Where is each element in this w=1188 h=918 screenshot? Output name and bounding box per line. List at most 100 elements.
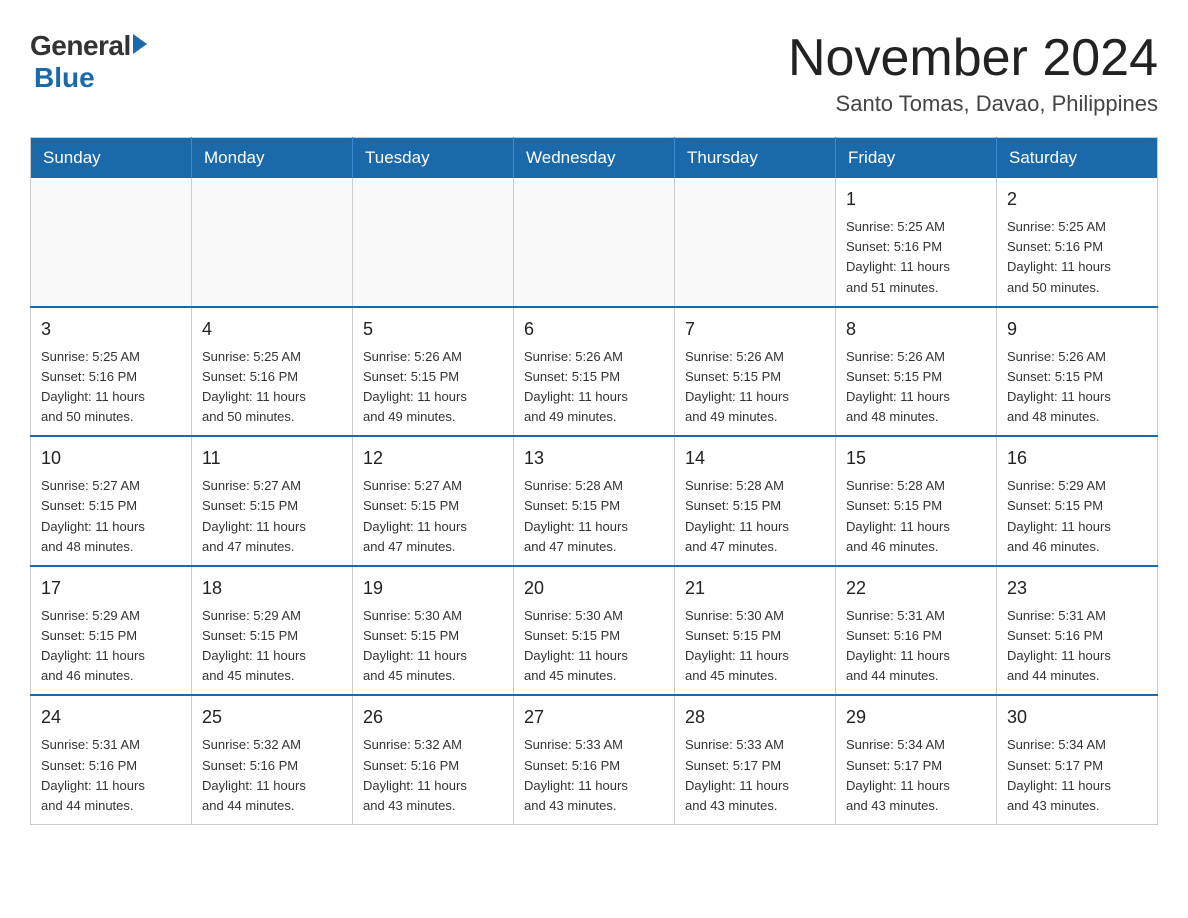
calendar-cell: 26 Sunrise: 5:32 AMSunset: 5:16 PMDayligh… (353, 695, 514, 824)
calendar-day-header: Thursday (675, 138, 836, 179)
calendar-cell (675, 178, 836, 307)
day-number: 21 (685, 575, 825, 602)
calendar-cell (31, 178, 192, 307)
calendar-cell: 13 Sunrise: 5:28 AMSunset: 5:15 PMDayligh… (514, 436, 675, 566)
day-info: Sunrise: 5:28 AMSunset: 5:15 PMDaylight:… (685, 476, 825, 557)
title-section: November 2024 Santo Tomas, Davao, Philip… (788, 30, 1158, 117)
calendar-cell: 14 Sunrise: 5:28 AMSunset: 5:15 PMDayligh… (675, 436, 836, 566)
calendar-cell: 22Sunrise: 5:31 AMSunset: 5:16 PMDayligh… (836, 566, 997, 696)
day-info: Sunrise: 5:30 AMSunset: 5:15 PMDaylight:… (685, 606, 825, 687)
calendar-cell: 1 Sunrise: 5:25 AMSunset: 5:16 PMDaylight… (836, 178, 997, 307)
day-number: 23 (1007, 575, 1147, 602)
calendar-cell: 12 Sunrise: 5:27 AMSunset: 5:15 PMDayligh… (353, 436, 514, 566)
calendar-cell: 9Sunrise: 5:26 AMSunset: 5:15 PMDaylight… (997, 307, 1158, 437)
day-info: Sunrise: 5:29 AMSunset: 5:15 PMDaylight:… (1007, 476, 1147, 557)
day-info: Sunrise: 5:25 AMSunset: 5:16 PMDaylight:… (202, 347, 342, 428)
day-info: Sunrise: 5:29 AMSunset: 5:15 PMDaylight:… (41, 606, 181, 687)
day-number: 2 (1007, 186, 1147, 213)
calendar-cell: 8 Sunrise: 5:26 AMSunset: 5:15 PMDaylight… (836, 307, 997, 437)
calendar-cell: 16 Sunrise: 5:29 AMSunset: 5:15 PMDayligh… (997, 436, 1158, 566)
calendar-day-header: Tuesday (353, 138, 514, 179)
day-number: 16 (1007, 445, 1147, 472)
day-number: 24 (41, 704, 181, 731)
day-number: 26 (363, 704, 503, 731)
calendar-cell (514, 178, 675, 307)
day-number: 6 (524, 316, 664, 343)
day-number: 8 (846, 316, 986, 343)
calendar-cell: 17 Sunrise: 5:29 AMSunset: 5:15 PMDayligh… (31, 566, 192, 696)
day-info: Sunrise: 5:34 AMSunset: 5:17 PMDaylight:… (1007, 735, 1147, 816)
calendar-cell: 3 Sunrise: 5:25 AMSunset: 5:16 PMDaylight… (31, 307, 192, 437)
logo-general-text: General (30, 30, 131, 62)
day-number: 10 (41, 445, 181, 472)
day-number: 3 (41, 316, 181, 343)
logo-blue-text: Blue (34, 62, 95, 94)
calendar-week-row: 17 Sunrise: 5:29 AMSunset: 5:15 PMDayligh… (31, 566, 1158, 696)
calendar-cell: 6Sunrise: 5:26 AMSunset: 5:15 PMDaylight… (514, 307, 675, 437)
day-number: 19 (363, 575, 503, 602)
day-number: 27 (524, 704, 664, 731)
calendar-header-row: SundayMondayTuesdayWednesdayThursdayFrid… (31, 138, 1158, 179)
day-info: Sunrise: 5:31 AMSunset: 5:16 PMDaylight:… (1007, 606, 1147, 687)
day-info: Sunrise: 5:25 AMSunset: 5:16 PMDaylight:… (1007, 217, 1147, 298)
day-number: 25 (202, 704, 342, 731)
day-number: 15 (846, 445, 986, 472)
calendar-cell: 5 Sunrise: 5:26 AMSunset: 5:15 PMDaylight… (353, 307, 514, 437)
calendar-cell: 7 Sunrise: 5:26 AMSunset: 5:15 PMDaylight… (675, 307, 836, 437)
day-info: Sunrise: 5:25 AMSunset: 5:16 PMDaylight:… (41, 347, 181, 428)
calendar-cell (353, 178, 514, 307)
day-info: Sunrise: 5:34 AMSunset: 5:17 PMDaylight:… (846, 735, 986, 816)
month-title: November 2024 (788, 30, 1158, 87)
day-info: Sunrise: 5:30 AMSunset: 5:15 PMDaylight:… (363, 606, 503, 687)
calendar-cell: 23 Sunrise: 5:31 AMSunset: 5:16 PMDayligh… (997, 566, 1158, 696)
calendar-cell: 10 Sunrise: 5:27 AMSunset: 5:15 PMDayligh… (31, 436, 192, 566)
day-info: Sunrise: 5:27 AMSunset: 5:15 PMDaylight:… (363, 476, 503, 557)
calendar-cell: 27Sunrise: 5:33 AMSunset: 5:16 PMDayligh… (514, 695, 675, 824)
calendar-week-row: 10 Sunrise: 5:27 AMSunset: 5:15 PMDayligh… (31, 436, 1158, 566)
calendar-week-row: 24 Sunrise: 5:31 AMSunset: 5:16 PMDayligh… (31, 695, 1158, 824)
day-info: Sunrise: 5:31 AMSunset: 5:16 PMDaylight:… (41, 735, 181, 816)
day-number: 13 (524, 445, 664, 472)
day-info: Sunrise: 5:26 AMSunset: 5:15 PMDaylight:… (363, 347, 503, 428)
day-number: 11 (202, 445, 342, 472)
day-info: Sunrise: 5:32 AMSunset: 5:16 PMDaylight:… (363, 735, 503, 816)
day-info: Sunrise: 5:26 AMSunset: 5:15 PMDaylight:… (846, 347, 986, 428)
day-number: 5 (363, 316, 503, 343)
calendar-cell: 15 Sunrise: 5:28 AMSunset: 5:15 PMDayligh… (836, 436, 997, 566)
calendar-week-row: 3 Sunrise: 5:25 AMSunset: 5:16 PMDaylight… (31, 307, 1158, 437)
day-number: 14 (685, 445, 825, 472)
calendar-cell: 20Sunrise: 5:30 AMSunset: 5:15 PMDayligh… (514, 566, 675, 696)
calendar-cell (192, 178, 353, 307)
calendar-cell: 25Sunrise: 5:32 AMSunset: 5:16 PMDayligh… (192, 695, 353, 824)
day-number: 18 (202, 575, 342, 602)
day-info: Sunrise: 5:27 AMSunset: 5:15 PMDaylight:… (41, 476, 181, 557)
day-info: Sunrise: 5:26 AMSunset: 5:15 PMDaylight:… (1007, 347, 1147, 428)
day-info: Sunrise: 5:29 AMSunset: 5:15 PMDaylight:… (202, 606, 342, 687)
day-info: Sunrise: 5:33 AMSunset: 5:17 PMDaylight:… (685, 735, 825, 816)
day-number: 1 (846, 186, 986, 213)
calendar-cell: 29 Sunrise: 5:34 AMSunset: 5:17 PMDayligh… (836, 695, 997, 824)
day-info: Sunrise: 5:28 AMSunset: 5:15 PMDaylight:… (846, 476, 986, 557)
calendar-cell: 21 Sunrise: 5:30 AMSunset: 5:15 PMDayligh… (675, 566, 836, 696)
day-info: Sunrise: 5:25 AMSunset: 5:16 PMDaylight:… (846, 217, 986, 298)
day-info: Sunrise: 5:30 AMSunset: 5:15 PMDaylight:… (524, 606, 664, 687)
calendar-day-header: Sunday (31, 138, 192, 179)
logo: General Blue (30, 30, 147, 94)
calendar-day-header: Monday (192, 138, 353, 179)
calendar-table: SundayMondayTuesdayWednesdayThursdayFrid… (30, 137, 1158, 825)
calendar-week-row: 1 Sunrise: 5:25 AMSunset: 5:16 PMDaylight… (31, 178, 1158, 307)
day-number: 17 (41, 575, 181, 602)
calendar-cell: 11Sunrise: 5:27 AMSunset: 5:15 PMDayligh… (192, 436, 353, 566)
day-info: Sunrise: 5:26 AMSunset: 5:15 PMDaylight:… (685, 347, 825, 428)
day-number: 29 (846, 704, 986, 731)
day-number: 12 (363, 445, 503, 472)
calendar-cell: 2 Sunrise: 5:25 AMSunset: 5:16 PMDaylight… (997, 178, 1158, 307)
day-number: 30 (1007, 704, 1147, 731)
calendar-cell: 18 Sunrise: 5:29 AMSunset: 5:15 PMDayligh… (192, 566, 353, 696)
day-number: 7 (685, 316, 825, 343)
calendar-cell: 24 Sunrise: 5:31 AMSunset: 5:16 PMDayligh… (31, 695, 192, 824)
calendar-cell: 28Sunrise: 5:33 AMSunset: 5:17 PMDayligh… (675, 695, 836, 824)
day-number: 22 (846, 575, 986, 602)
calendar-day-header: Friday (836, 138, 997, 179)
day-info: Sunrise: 5:28 AMSunset: 5:15 PMDaylight:… (524, 476, 664, 557)
